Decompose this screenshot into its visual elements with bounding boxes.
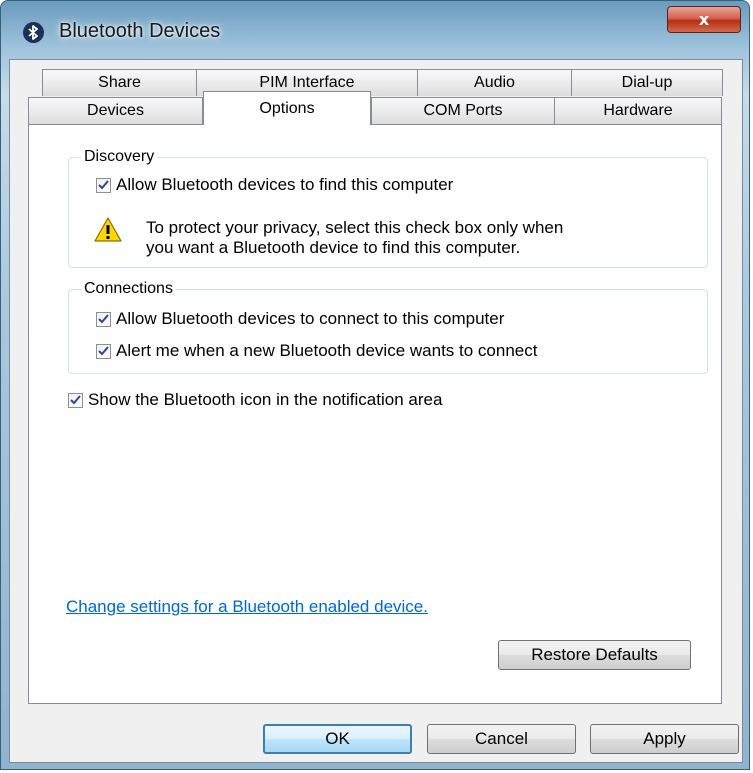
allow-find-option[interactable]: Allow Bluetooth devices to find this com… <box>96 175 453 195</box>
checkmark-icon <box>98 180 109 190</box>
tab-label: Devices <box>87 102 144 119</box>
title-bar[interactable]: Bluetooth Devices x <box>1 1 749 59</box>
tab-label: Audio <box>474 74 515 91</box>
tab-label: Dial-up <box>621 74 673 91</box>
warning-line-1: To protect your privacy, select this che… <box>146 218 564 237</box>
connections-group-title: Connections <box>81 280 176 298</box>
tab-hardware[interactable]: Hardware <box>554 97 722 124</box>
checkmark-icon <box>98 314 109 324</box>
tab-label: COM Ports <box>423 102 503 119</box>
tab-label: Options <box>259 99 315 117</box>
tab-label: Hardware <box>603 102 673 119</box>
alert-connect-checkbox[interactable] <box>96 343 111 359</box>
tab-devices[interactable]: Devices <box>28 97 203 124</box>
checkmark-icon <box>98 346 109 356</box>
alert-connect-option[interactable]: Alert me when a new Bluetooth device wan… <box>96 341 537 361</box>
close-button[interactable]: x <box>667 6 741 33</box>
allow-connect-checkbox[interactable] <box>96 311 111 327</box>
allow-find-label: Allow Bluetooth devices to find this com… <box>116 175 454 194</box>
show-icon-option[interactable]: Show the Bluetooth icon in the notificat… <box>68 390 442 410</box>
tab-options[interactable]: Options <box>203 91 371 125</box>
close-icon: x <box>698 10 710 29</box>
window-title: Bluetooth Devices <box>59 20 221 42</box>
change-settings-link[interactable]: Change settings for a Bluetooth enabled … <box>66 597 428 617</box>
ok-button[interactable]: OK <box>263 724 412 754</box>
allow-connect-option[interactable]: Allow Bluetooth devices to connect to th… <box>96 309 504 329</box>
alert-connect-label: Alert me when a new Bluetooth device wan… <box>116 341 538 360</box>
tab-share[interactable]: Share <box>42 69 197 96</box>
tab-label: PIM Interface <box>259 74 355 91</box>
checkmark-icon <box>70 395 81 405</box>
show-icon-label: Show the Bluetooth icon in the notificat… <box>88 390 443 409</box>
warning-line-2: you want a Bluetooth device to find this… <box>146 238 521 257</box>
tab-dial-up[interactable]: Dial-up <box>571 69 723 96</box>
tab-label: Share <box>98 74 141 91</box>
warning-icon <box>94 217 122 247</box>
bluetooth-icon <box>23 22 44 43</box>
restore-defaults-button[interactable]: Restore Defaults <box>498 640 691 670</box>
apply-button[interactable]: Apply <box>590 724 739 754</box>
allow-find-checkbox[interactable] <box>96 177 111 193</box>
discovery-group-title: Discovery <box>81 148 158 166</box>
cancel-button[interactable]: Cancel <box>427 724 576 754</box>
tab-audio[interactable]: Audio <box>417 69 572 96</box>
privacy-warning-text: To protect your privacy, select this che… <box>146 218 563 258</box>
show-icon-checkbox[interactable] <box>68 392 83 408</box>
connections-group <box>68 289 708 374</box>
allow-connect-label: Allow Bluetooth devices to connect to th… <box>116 309 505 328</box>
tab-com-ports[interactable]: COM Ports <box>371 97 555 124</box>
